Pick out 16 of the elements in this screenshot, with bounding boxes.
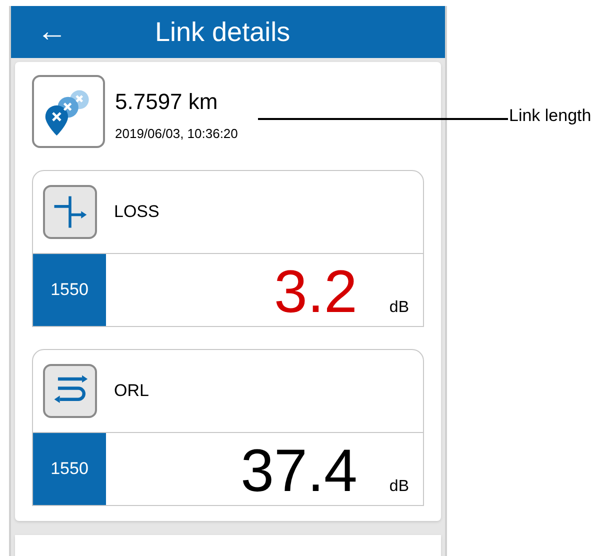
link-timestamp: 2019/06/03, 10:36:20 [115,124,238,143]
callout-label: Link length [509,105,592,127]
link-length: 5.7597 km [115,88,219,116]
return-arrows-icon [43,364,97,418]
measurement-name: LOSS [114,200,160,223]
back-button[interactable]: ← [37,16,67,47]
measurement-name: ORL [114,380,149,402]
page-title: Link details [155,16,290,49]
wavelength-label: 1550 [33,254,106,326]
measurement-value: 3.2 [274,262,358,322]
map-pins-icon [32,74,105,148]
measurement-unit: dB [389,298,409,318]
loss-icon [43,184,97,239]
measurement-value: 37.4 [240,440,358,501]
measurement-unit: dB [389,476,409,497]
wavelength-label: 1550 [33,432,106,505]
